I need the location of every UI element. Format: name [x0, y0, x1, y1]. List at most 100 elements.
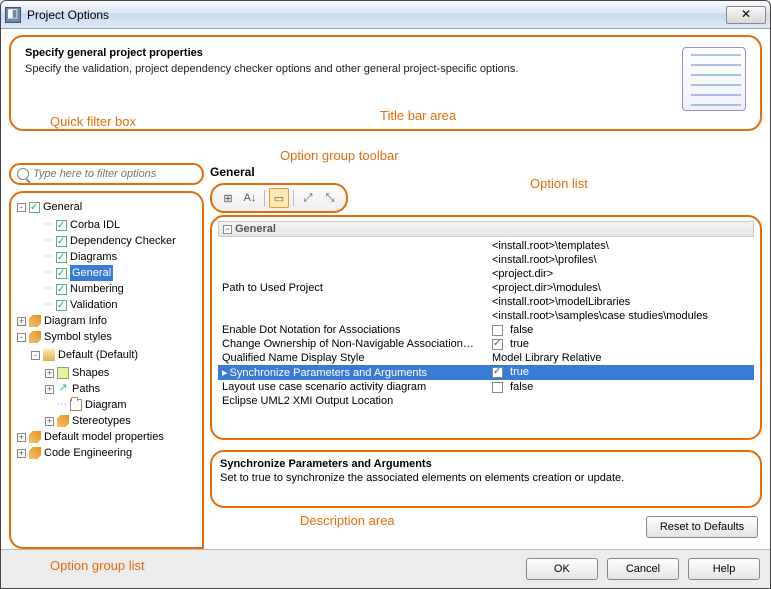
tree-label[interactable]: Shapes [72, 365, 109, 381]
option-name[interactable]: Change Ownership of Non-Navigable Associ… [218, 337, 488, 351]
tree-label[interactable]: General [43, 199, 82, 215]
quick-filter-box [9, 163, 204, 185]
expand-icon[interactable]: + [45, 385, 54, 394]
folder-icon [43, 349, 55, 361]
option-value[interactable]: <install.root>\modelLibraries [488, 295, 754, 309]
tree-label[interactable]: Diagrams [70, 249, 117, 265]
tree-label[interactable]: General [70, 265, 113, 281]
checkbox-icon[interactable] [56, 252, 67, 263]
option-value[interactable]: <project.dir>\modules\ [488, 281, 754, 295]
tree-node[interactable]: - Symbol styles [17, 329, 112, 345]
tree-node[interactable]: + Diagram Info [17, 313, 107, 329]
tree-label[interactable]: Paths [72, 381, 100, 397]
cancel-button[interactable]: Cancel [607, 558, 679, 580]
expand-icon[interactable]: + [17, 433, 26, 442]
collapse-icon[interactable]: - [31, 351, 40, 360]
option-value[interactable]: true [488, 337, 754, 351]
tree-node[interactable]: ⋯Corba IDL [31, 217, 120, 233]
option-name[interactable] [218, 239, 488, 253]
categorize-icon[interactable]: ⊞ [218, 188, 238, 208]
tree-node[interactable]: + Code Engineering [17, 445, 132, 461]
titlebar: Project Options ✕ [1, 1, 770, 29]
option-value[interactable]: true [488, 365, 754, 380]
pkg-icon [70, 399, 82, 411]
tree-label[interactable]: Default model properties [44, 429, 164, 445]
ok-button[interactable]: OK [526, 558, 598, 580]
tree-node[interactable]: ⋯Numbering [31, 281, 124, 297]
tree-node[interactable]: - Default (Default) [31, 347, 138, 363]
tree-label[interactable]: Diagram Info [44, 313, 107, 329]
option-section-header[interactable]: − General [218, 221, 754, 237]
expand-icon[interactable]: + [45, 417, 54, 426]
option-value[interactable] [488, 394, 754, 408]
tree-label[interactable]: Numbering [70, 281, 124, 297]
checkbox-icon[interactable] [492, 339, 503, 350]
header-title: Specify general project properties [25, 47, 674, 59]
checkbox-icon[interactable] [492, 367, 503, 378]
collapse-icon[interactable]: − [223, 225, 232, 234]
option-name[interactable]: Eclipse UML2 XMI Output Location [218, 394, 488, 408]
tree-node[interactable]: + Shapes [45, 365, 109, 381]
option-value[interactable]: <install.root>\profiles\ [488, 253, 754, 267]
option-value[interactable]: false [488, 323, 754, 337]
tree-label[interactable]: Diagram [85, 397, 127, 413]
expand-all-icon[interactable]: ⤢ [298, 188, 318, 208]
checkbox-icon[interactable] [56, 236, 67, 247]
option-value[interactable]: <install.root>\templates\ [488, 239, 754, 253]
tree-node[interactable]: + Stereotypes [45, 413, 131, 429]
option-group-toolbar: ⊞ A↓ ▭ ⤢ ⤡ [210, 183, 348, 213]
option-name[interactable]: Layout use case scenario activity diagra… [218, 380, 488, 394]
tree-node[interactable]: ⋯Diagram [45, 397, 127, 413]
square-icon [57, 367, 69, 379]
tree-node[interactable]: ⋯Diagrams [31, 249, 117, 265]
tree-label[interactable]: Validation [70, 297, 118, 313]
collapse-all-icon[interactable]: ⤡ [320, 188, 340, 208]
option-name[interactable]: Synchronize Parameters and Arguments [218, 365, 488, 380]
view-mode-icon[interactable]: ▭ [269, 188, 289, 208]
checkbox-icon[interactable] [56, 284, 67, 295]
tree-label[interactable]: Default (Default) [58, 347, 138, 363]
title-bar-area: Specify general project properties Speci… [9, 35, 762, 131]
option-name[interactable]: Qualified Name Display Style [218, 351, 488, 365]
option-name[interactable]: Enable Dot Notation for Associations [218, 323, 488, 337]
collapse-icon[interactable]: - [17, 203, 26, 212]
tree-node[interactable]: ⋯Dependency Checker [31, 233, 176, 249]
checkbox-icon[interactable] [56, 300, 67, 311]
close-icon[interactable]: ✕ [726, 6, 766, 24]
filter-input[interactable] [33, 168, 196, 180]
option-value[interactable]: <install.root>\samples\case studies\modu… [488, 309, 754, 323]
tree-node[interactable]: - General [17, 199, 82, 215]
header-illustration [682, 47, 746, 111]
tree-label[interactable]: Symbol styles [44, 329, 112, 345]
option-name [218, 295, 488, 309]
help-button[interactable]: Help [688, 558, 760, 580]
sort-az-icon[interactable]: A↓ [240, 188, 260, 208]
checkbox-icon[interactable] [56, 220, 67, 231]
expand-icon[interactable]: + [17, 449, 26, 458]
tree-label[interactable]: Dependency Checker [70, 233, 176, 249]
tree-node[interactable]: ⋯Validation [31, 297, 118, 313]
tree-label[interactable]: Code Engineering [44, 445, 132, 461]
header-subtitle: Specify the validation, project dependen… [25, 63, 674, 75]
tree-label[interactable]: Corba IDL [70, 217, 120, 233]
dialog-window: Project Options ✕ Specify general projec… [0, 0, 771, 589]
option-value[interactable]: false [488, 380, 754, 394]
expand-icon[interactable]: + [17, 317, 26, 326]
description-body: Set to true to synchronize the associate… [220, 472, 752, 484]
expand-icon[interactable]: + [45, 369, 54, 378]
checkbox-icon[interactable] [492, 325, 503, 336]
checkbox-icon[interactable] [29, 202, 40, 213]
description-area: Synchronize Parameters and Arguments Set… [210, 450, 762, 508]
collapse-icon[interactable]: - [17, 333, 26, 342]
option-value[interactable]: <project.dir> [488, 267, 754, 281]
reset-to-defaults-button[interactable]: Reset to Defaults [646, 516, 758, 538]
tree-node[interactable]: +↗Paths [45, 381, 100, 397]
checkbox-icon[interactable] [56, 268, 67, 279]
option-value[interactable]: Model Library Relative [488, 351, 754, 365]
tag-icon [57, 415, 69, 427]
tree-label[interactable]: Stereotypes [72, 413, 131, 429]
checkbox-icon[interactable] [492, 382, 503, 393]
tree-node[interactable]: + Default model properties [17, 429, 164, 445]
tree-node[interactable]: ⋯General [31, 265, 113, 281]
option-name: Path to Used Project [218, 281, 488, 295]
